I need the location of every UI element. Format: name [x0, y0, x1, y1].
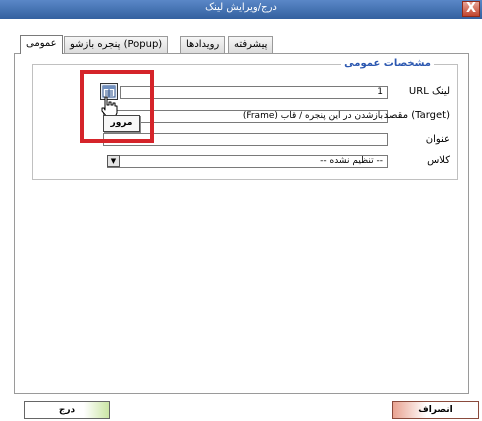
class-label: کلاس [427, 155, 450, 166]
title-bar: درج/ویرایش لینک X [0, 0, 482, 19]
highlight-box [80, 70, 154, 143]
chevron-down-icon[interactable]: ▼ [107, 155, 120, 167]
close-button[interactable]: X [462, 1, 480, 17]
target-label: مقصد (Target) [383, 110, 450, 121]
tab-general[interactable]: عمومی [20, 35, 63, 54]
cancel-button[interactable]: انصراف [392, 401, 479, 419]
tab-popup[interactable]: پنجره بازشو (Popup) [64, 36, 169, 53]
fieldset-legend: مشخصات عمومی [341, 58, 434, 69]
url-input[interactable]: 1 [120, 86, 388, 99]
title-label: عنوان [425, 134, 450, 145]
url-label: URL لینک [408, 86, 450, 97]
class-select[interactable]: -- تنظیم نشده -- [107, 155, 388, 168]
window-title: درج/ویرایش لینک [205, 2, 277, 13]
tab-advanced[interactable]: پیشرفته [228, 36, 274, 53]
tab-events[interactable]: رویدادها [180, 36, 226, 53]
insert-button[interactable]: درج [24, 401, 110, 419]
